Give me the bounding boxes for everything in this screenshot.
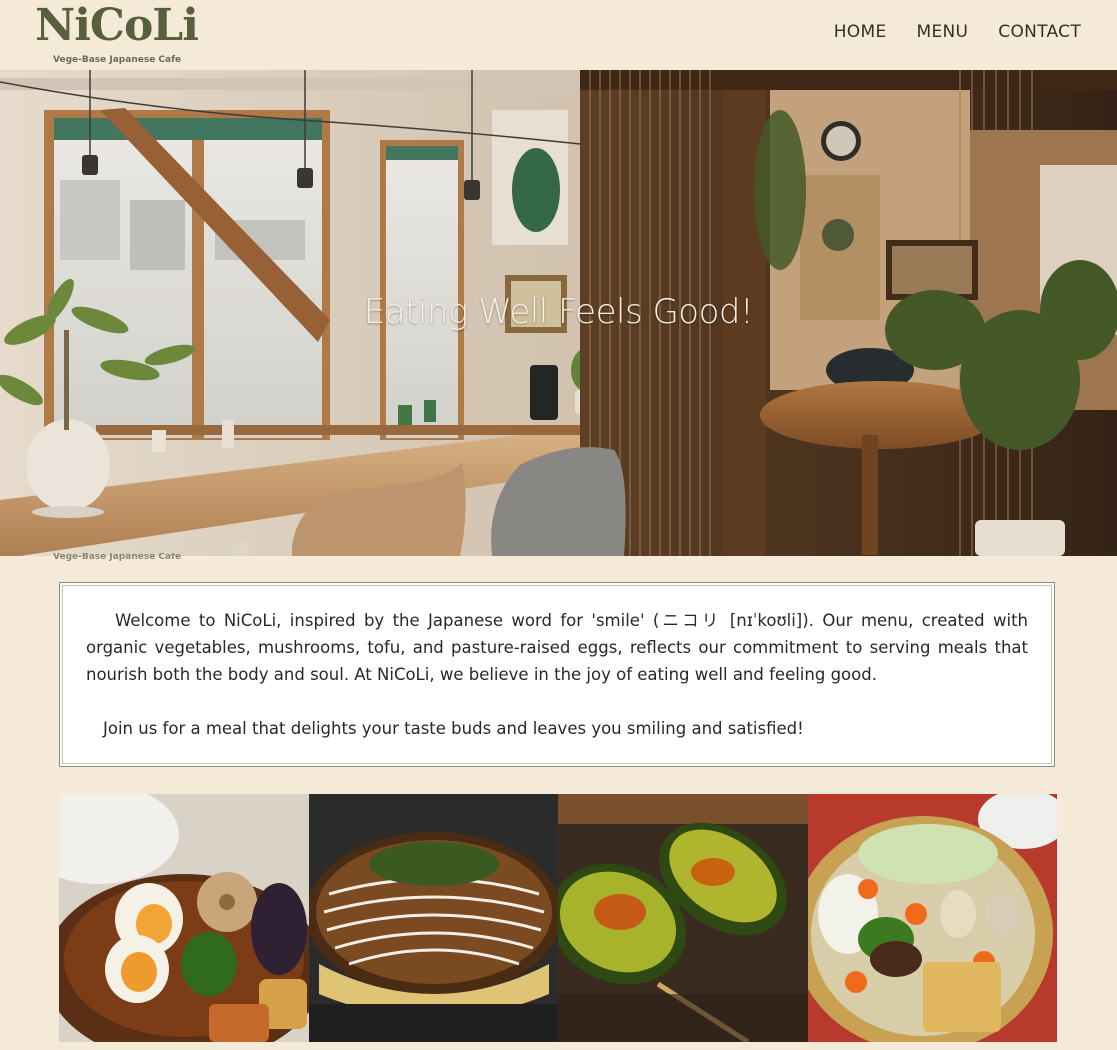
hero-banner: Eating Well Feels Good!	[0, 70, 1117, 556]
logo-wordmark: NiCoLi	[35, 0, 199, 51]
nav-contact-link[interactable]: CONTACT	[998, 22, 1081, 42]
welcome-box: Welcome to NiCoLi, inspired by the Japan…	[59, 582, 1055, 767]
logo[interactable]: NiCoLi Vege-Base Japanese Cafe	[35, 0, 199, 66]
nav-home-link[interactable]: HOME	[834, 22, 887, 42]
gallery-image[interactable]	[59, 794, 309, 1042]
gallery-image[interactable]	[558, 794, 808, 1042]
okonomiyaki-photo	[308, 794, 558, 1042]
grilled-avocado-photo	[558, 794, 808, 1042]
hero-title: Eating Well Feels Good!	[363, 292, 754, 332]
gallery-image[interactable]	[807, 794, 1057, 1042]
vegetable-hotpot-photo	[807, 794, 1057, 1042]
nav-menu-link[interactable]: MENU	[917, 22, 969, 42]
logo-tagline: Vege-Base Japanese Cafe	[53, 55, 182, 65]
hero-tagline-echo: Vege-Base Japanese Cafe	[53, 553, 182, 561]
gallery-image[interactable]	[308, 794, 558, 1042]
welcome-paragraph: Welcome to NiCoLi, inspired by the Japan…	[86, 611, 1028, 684]
vegetable-curry-with-eggs-photo	[59, 794, 309, 1042]
welcome-invitation: Join us for a meal that delights your ta…	[103, 719, 804, 738]
main-nav: HOME MENU CONTACT	[834, 22, 1081, 42]
food-gallery	[59, 794, 1057, 1042]
site-header: NiCoLi Vege-Base Japanese Cafe HOME MENU…	[0, 0, 1117, 70]
